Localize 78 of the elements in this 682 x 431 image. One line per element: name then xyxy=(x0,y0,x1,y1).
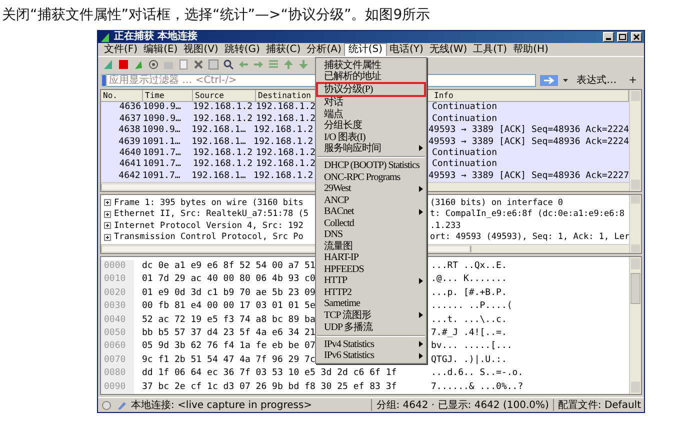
offset-cell: 0090 xyxy=(101,380,134,394)
detail-text: Transmission Control Protocol, Src Po xyxy=(114,232,304,242)
table-cell-text: 192.168.1.2 xyxy=(193,159,254,171)
table-cell-text: 4636 xyxy=(118,102,142,114)
table-cell-text: 192.168.1.2 xyxy=(256,114,317,125)
caption-text: 关闭“捕获文件属性”对话框，选择“统计”—>“协议分级”。如图9所示 xyxy=(1,6,432,25)
table-cell-text: 4639 xyxy=(118,136,142,148)
hex-bytes: 37 bc 2e cf 1c d3 07 26 9b bd f8 30 25 ef 83 3f xyxy=(142,380,397,394)
offset-cell: 0040 xyxy=(101,314,134,328)
offset-cell: 0050 xyxy=(101,327,134,340)
hex-bytes: dd 1f 06 64 ec 36 7f 03 53 10 e5 3d 2d c6 6f 1f xyxy=(142,367,397,380)
ascii-text: ...RT ..Qx..E. xyxy=(431,260,508,274)
ascii-text: ...... ..P....( xyxy=(431,300,514,314)
offset-cell: 0020 xyxy=(101,286,134,300)
table-cell-text: 1090.9… xyxy=(143,102,182,114)
table-cell-text: 192.168.1.2 xyxy=(256,148,317,159)
table-cell-text: Continuation xyxy=(432,114,498,125)
hex-bytes: bb b5 57 37 d4 23 5f 4a e6 34 21 xyxy=(142,327,316,340)
table-cell-text: 192.168.1.2 xyxy=(193,148,254,159)
ascii-text: .@... K....... xyxy=(431,273,508,286)
table-cell: 49593 → 3389 [ACK] Seq=48936 Ack=2224 xyxy=(428,125,629,137)
hex-bytes: 01 7d 29 ac 40 00 80 06 4b 93 c0 xyxy=(142,273,316,286)
table-cell-text: 192.168.1… xyxy=(192,136,247,148)
table-cell-text: 192.168.1.2 xyxy=(193,114,254,125)
table-cell-text: 1091.7… xyxy=(143,148,182,159)
hex-bytes: 01 e9 0d 3d c1 b9 70 ae 5b 23 09 xyxy=(142,286,316,300)
ascii-text: ...d.6.. S..=-.o. xyxy=(431,367,524,380)
table-cell-text: 192.168.1… xyxy=(192,170,247,182)
table-cell-text: 192.168.1… xyxy=(192,125,247,137)
offset-cell: 0070 xyxy=(101,354,134,368)
offset-cell: 0000 xyxy=(101,260,134,274)
hex-bytes: dc 0e a1 e9 e6 8f 52 54 00 a7 51 xyxy=(142,260,316,274)
table-cell-text: 4637 xyxy=(118,114,142,125)
table-cell: Continuation xyxy=(432,159,498,171)
table-cell-text: 192.168.1.2 xyxy=(256,159,317,171)
table-cell-text: 1091.1… xyxy=(142,136,182,148)
hex-bytes: 52 ac 72 19 e5 f3 74 a8 bc 89 ba xyxy=(142,314,316,327)
detail-text: (3160 bits) on interface 0 xyxy=(430,198,564,208)
ascii-text: bv... .....[... xyxy=(431,340,514,354)
offset-cell: 0030 xyxy=(101,300,134,314)
offset-cell: 0080 xyxy=(101,367,134,381)
table-cell-text: 1090.9… xyxy=(142,125,182,137)
table-cell-text: 4642 xyxy=(118,170,142,182)
table-cell-text: 1091.7… xyxy=(143,159,182,171)
detail-text: t: CompalIn_e9:e6:8f (dc:0e:a1:e9:e6:8 xyxy=(430,209,624,220)
table-cell-text: 4640 xyxy=(118,148,142,159)
table-cell-text: 192.168.1.2 xyxy=(254,136,314,148)
window-title: 正在捕获 本地连接 xyxy=(114,31,198,43)
table-cell-text: 192.168.1.2 xyxy=(193,102,254,114)
hex-bytes: 00 fb 81 e4 00 00 17 03 01 01 5e xyxy=(142,300,316,314)
table-cell-text: 4641 xyxy=(118,159,142,171)
table-cell: 49593 → 3389 [ACK] Seq=48936 Ack=2227 xyxy=(428,170,629,182)
detail-text: Ethernet II, Src: RealtekU_a7:51:78 (5 xyxy=(114,209,310,220)
detail-text: .1.233 xyxy=(430,220,461,231)
offset-cell: 0060 xyxy=(101,340,134,354)
ascii-text: 7.#_J .4![..=. xyxy=(431,327,508,340)
hex-bytes: 05 9d 3b 62 76 f4 1a fe eb be 07 xyxy=(142,340,316,354)
table-cell-text: Continuation xyxy=(432,148,498,159)
ascii-text: ...p. [#.+B.P. xyxy=(431,286,508,300)
detail-text: Internet Protocol Version 4, Src: 192 xyxy=(114,220,304,231)
table-cell-text: 192.168.1.2 xyxy=(256,102,317,114)
table-cell-text: 192.168.1.2 xyxy=(254,170,314,182)
detail-text: ort: 49593 (49593), Seq: 1, Ack: 1, Ler xyxy=(430,232,629,242)
table-cell: 49593 → 3389 [ACK] Seq=48936 Ack=2224 xyxy=(428,136,629,148)
detail-text: Frame 1: 395 bytes on wire (3160 bits xyxy=(114,198,304,208)
packet-count: 分组: 4642 · 已显示: 4642 (100.0%) xyxy=(376,399,549,412)
table-cell-text: 4638 xyxy=(118,125,142,137)
table-cell: Continuation xyxy=(432,102,498,114)
profile-status: 配置文件: Default xyxy=(558,398,641,412)
ascii-text: ...t. ...\..c. xyxy=(431,314,508,327)
ascii-text: QTGJ. .)|.U.:. xyxy=(431,354,508,367)
hex-bytes: 9c f1 2b 51 54 47 4a 7f 96 29 7c xyxy=(142,354,316,367)
table-cell-text: 1091.7… xyxy=(142,170,182,182)
ascii-text: 7......& ...0%..? xyxy=(431,380,524,394)
capture-status: 本地连接: <live capture in progress> xyxy=(131,398,314,412)
offset-cell: 0010 xyxy=(101,273,134,287)
table-cell-text: 1090.9… xyxy=(143,114,182,125)
table-cell-text: 192.168.1.2 xyxy=(254,125,314,137)
